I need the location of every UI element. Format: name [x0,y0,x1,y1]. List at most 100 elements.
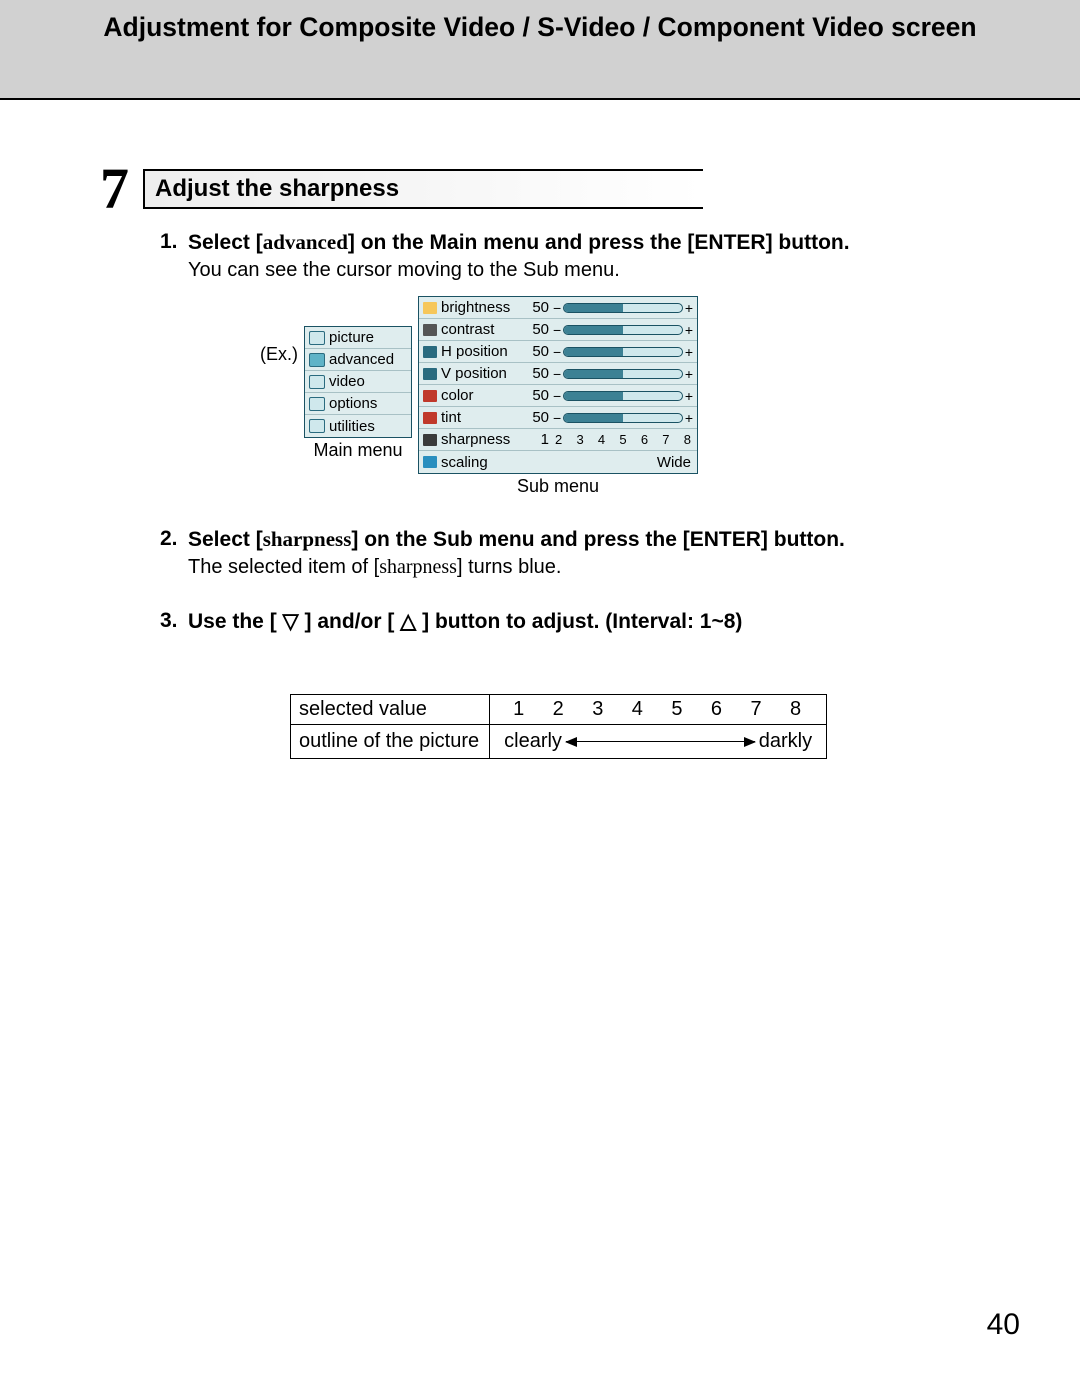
sub-menu-caption: Sub menu [418,476,698,497]
step-heading: 7 Adjust the sharpness [100,160,990,218]
row-label-outline: outline of the picture [291,725,490,759]
scaling-mode: Wide [527,454,693,471]
scale-num: 4 [598,432,605,447]
substep-2-num: 2. [160,527,182,552]
color-icon [423,390,437,402]
row-label-selected-value: selected value [291,695,490,725]
scale-num: 8 [684,432,691,447]
sub-menu-label: contrast [441,321,523,338]
value-num: 3 [583,698,615,721]
step-title: Adjust the sharpness [143,169,703,209]
sub-menu-label: tint [441,409,523,426]
menu-word-sharpness: sharpness [379,556,457,578]
scale-num: 3 [576,432,583,447]
sub-menu-value: 50 [527,365,549,382]
scale-num: 6 [641,432,648,447]
sub-menu-row-color: color 50 −+ [419,385,697,407]
substep-2-note: The selected item of [sharpness] turns b… [188,556,990,579]
brightness-icon [423,302,437,314]
substep-1-num: 1. [160,230,182,255]
value-num: 6 [701,698,733,721]
sub-menu-value: 50 [527,409,549,426]
sharpness-scale: 2 3 4 5 6 7 8 [553,432,693,447]
row-values: 1 2 3 4 5 6 7 8 [490,695,827,725]
sub-menu-row-scaling: scaling Wide [419,451,697,473]
page-number: 40 [987,1308,1020,1342]
main-menu-label: utilities [329,418,375,435]
scale-num: 5 [619,432,626,447]
slider: −+ [553,322,693,338]
main-menu-label: advanced [329,351,394,368]
main-menu-label: picture [329,329,374,346]
page-header: Adjustment for Composite Video / S-Video… [0,0,1080,98]
main-menu-item-utilities: utilities [305,415,411,437]
row-outline-range: clearly darkly [490,725,827,759]
substep-2-line: 2. Select [sharpness] on the Sub menu an… [160,527,990,552]
sharpness-icon [423,434,437,446]
main-menu-block: picture advanced video options utilities… [304,296,412,461]
substep-1-note: You can see the cursor moving to the Sub… [188,259,990,282]
substep-1-line: 1. Select [advanced] on the Main menu an… [160,230,990,255]
menu-word-advanced: advanced [263,230,348,254]
main-menu-label: video [329,373,365,390]
advanced-icon [309,353,325,367]
slider: −+ [553,366,693,382]
substep-1: 1. Select [advanced] on the Main menu an… [160,230,990,497]
table-row: selected value 1 2 3 4 5 6 7 8 [291,695,827,725]
sub-menu-label: brightness [441,299,523,316]
sub-menu-row-hposition: H position 50 −+ [419,341,697,363]
menu-word-sharpness: sharpness [263,527,352,551]
value-num: 7 [741,698,773,721]
text-fragment: ] on the Sub menu and press the [ENTER] … [351,528,845,551]
osd-figure: (Ex.) picture advanced video options uti… [260,296,990,497]
text-fragment: The selected item of [ [188,556,379,578]
scale-num: 7 [662,432,669,447]
example-label: (Ex.) [260,344,298,365]
step-number: 7 [100,160,129,218]
sub-menu-value: 50 [527,387,549,404]
vpos-icon [423,368,437,380]
substeps: 1. Select [advanced] on the Main menu an… [160,230,990,759]
sub-menu-label: sharpness [441,431,523,448]
slider: −+ [553,300,693,316]
substep-3: 3. Use the [ ▽ ] and/or [ △ ] button to … [160,609,990,634]
text-fragment: ] on the Main menu and press the [ENTER]… [348,231,850,254]
main-menu-caption: Main menu [304,440,412,461]
value-num: 2 [543,698,575,721]
sub-menu-label: color [441,387,523,404]
value-num: 1 [504,698,536,721]
sharpness-value-table: selected value 1 2 3 4 5 6 7 8 outline o… [290,694,827,759]
sub-menu-label: H position [441,343,523,360]
sub-menu-row-contrast: contrast 50 −+ [419,319,697,341]
sub-menu-label: scaling [441,454,523,471]
text-fragment: Select [ [188,231,263,254]
value-num: 4 [622,698,654,721]
value-num: 8 [781,698,813,721]
sub-menu-value: 50 [527,343,549,360]
options-icon [309,397,325,411]
outline-left: clearly [504,730,562,753]
picture-icon [309,331,325,345]
substep-3-text: Use the [ ▽ ] and/or [ △ ] button to adj… [188,609,990,634]
tint-icon [423,412,437,424]
outline-right: darkly [759,730,812,753]
sub-menu-value: 50 [527,299,549,316]
sub-menu-row-tint: tint 50 −+ [419,407,697,429]
sub-menu-value: 1 [527,431,549,448]
text-fragment: Select [ [188,528,263,551]
page-title: Adjustment for Composite Video / S-Video… [0,12,1080,43]
scaling-icon [423,456,437,468]
sub-menu-label: V position [441,365,523,382]
slider: −+ [553,388,693,404]
main-menu-item-picture: picture [305,327,411,349]
scale-num: 2 [555,432,562,447]
sub-menu-value: 50 [527,321,549,338]
main-menu: picture advanced video options utilities [304,326,412,438]
content: 7 Adjust the sharpness 1. Select [advanc… [0,100,1080,759]
utilities-icon [309,419,325,433]
sub-menu-row-brightness: brightness 50 −+ [419,297,697,319]
main-menu-item-options: options [305,393,411,415]
double-arrow-icon [566,741,755,742]
main-menu-item-video: video [305,371,411,393]
sub-menu-row-sharpness: sharpness 1 2 3 4 5 6 7 8 [419,429,697,451]
